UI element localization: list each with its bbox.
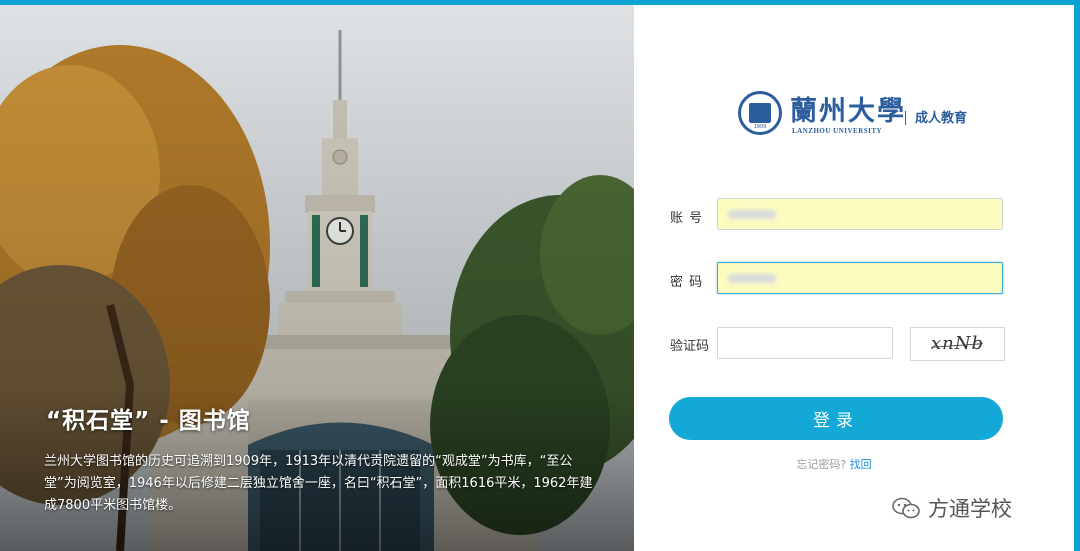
university-logo: 1909 蘭州大學 LANZHOU UNIVERSITY 成人教育 xyxy=(738,91,978,141)
brand-subtitle: 成人教育 xyxy=(915,111,968,126)
forgot-password: 忘记密码? 找回 xyxy=(634,456,1034,472)
account-label: 账 号 xyxy=(670,211,704,226)
campus-photo-panel: “积石堂” - 图书馆 兰州大学图书馆的历史可追溯到1909年，1913年以清代… xyxy=(0,5,634,551)
masked-account-value xyxy=(728,210,776,219)
captcha-image[interactable]: xnNb xyxy=(910,327,1005,361)
forgot-password-text: 忘记密码? xyxy=(796,458,847,471)
account-input[interactable] xyxy=(717,198,1003,230)
password-input[interactable] xyxy=(717,262,1003,294)
brand-divider xyxy=(905,111,906,125)
university-seal-icon: 1909 xyxy=(738,91,782,135)
right-accent-strip xyxy=(1074,0,1080,551)
login-panel: 1909 蘭州大學 LANZHOU UNIVERSITY 成人教育 账 号 密 … xyxy=(634,5,1074,551)
login-button[interactable]: 登录 xyxy=(669,397,1003,440)
wechat-icon xyxy=(892,497,920,519)
caption-title: “积石堂” - 图书馆 xyxy=(46,408,251,434)
watermark: 方通学校 xyxy=(892,493,1012,523)
login-page: “积石堂” - 图书馆 兰州大学图书馆的历史可追溯到1909年，1913年以清代… xyxy=(0,0,1080,551)
watermark-text: 方通学校 xyxy=(928,497,1012,521)
password-label: 密 码 xyxy=(670,275,704,290)
captcha-input[interactable] xyxy=(717,327,893,359)
brand-name-cn: 蘭州大學 xyxy=(790,96,906,127)
recover-password-link[interactable]: 找回 xyxy=(850,458,872,471)
brand-name-en: LANZHOU UNIVERSITY xyxy=(792,127,883,135)
masked-password-value xyxy=(728,274,776,283)
captcha-label: 验证码 xyxy=(670,339,710,354)
caption-body: 兰州大学图书馆的历史可追溯到1909年，1913年以清代贡院遗留的“观成堂”为书… xyxy=(44,454,593,513)
